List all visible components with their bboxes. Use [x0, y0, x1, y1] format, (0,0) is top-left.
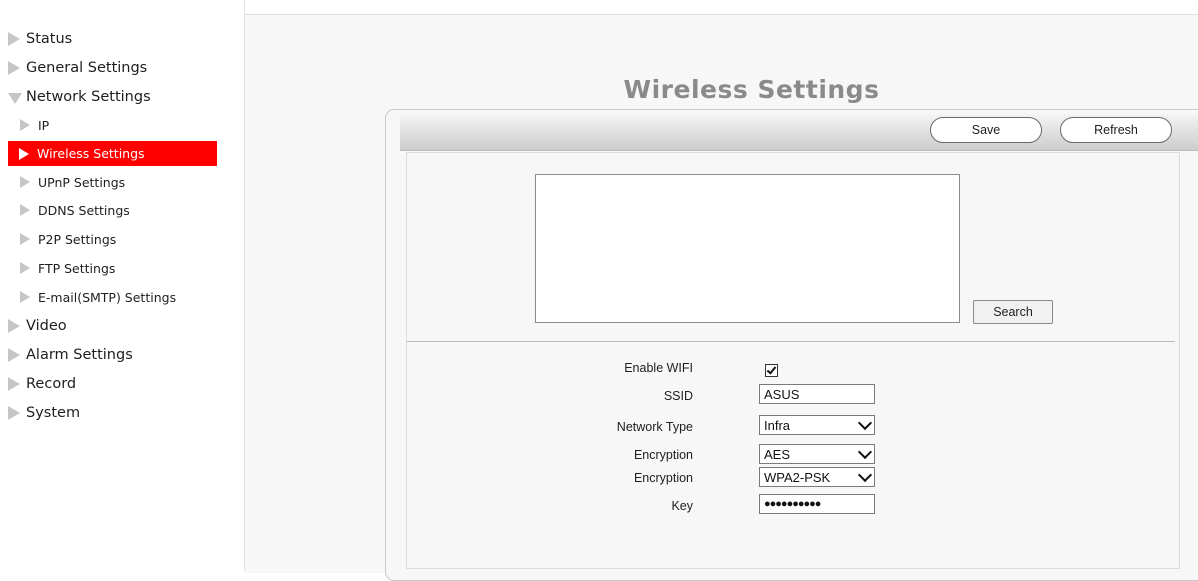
sidebar-item-label: E-mail(SMTP) Settings [38, 289, 177, 305]
key-input[interactable]: ●●●●●●●●●● [759, 494, 875, 514]
encryption-mode-value: WPA2-PSK [764, 469, 831, 485]
network-type-label: Network Type [616, 420, 693, 434]
sidebar-item-ddns-settings[interactable]: DDNS Settings [20, 199, 130, 221]
sidebar-item-video[interactable]: Video [8, 315, 67, 337]
divider [407, 341, 1175, 342]
sidebar-item-general-settings[interactable]: General Settings [8, 57, 147, 79]
sidebar-item-status[interactable]: Status [8, 28, 72, 50]
sidebar-item-label: Status [26, 31, 73, 47]
sidebar-item-label: P2P Settings [38, 231, 117, 247]
encryption-value: AES [764, 446, 791, 462]
sidebar-item-p2p-settings[interactable]: P2P Settings [20, 228, 116, 250]
ssid-input[interactable]: ASUS [759, 384, 875, 404]
sidebar-item-label: UPnP Settings [38, 174, 126, 190]
sidebar-item-email-smtp-settings[interactable]: E-mail(SMTP) Settings [20, 286, 176, 308]
triangle-right-icon [20, 233, 30, 245]
triangle-right-icon [8, 32, 20, 46]
triangle-right-icon [20, 176, 30, 188]
sidebar-item-wireless-settings[interactable]: Wireless Settings [8, 141, 217, 166]
enable-wifi-label: Enable WIFI [624, 361, 693, 375]
sidebar-item-network-settings[interactable]: Network Settings [8, 86, 151, 108]
chevron-down-icon [857, 444, 873, 460]
chevron-down-icon [857, 415, 873, 431]
sidebar-item-label: General Settings [26, 60, 148, 76]
triangle-right-icon [8, 319, 20, 333]
ssid-label: SSID [663, 389, 693, 403]
sidebar-item-system[interactable]: System [8, 402, 80, 424]
main-content: Wireless Settings Save Refresh Search En… [245, 14, 1198, 581]
network-type-value: Infra [764, 417, 791, 433]
triangle-right-icon [8, 61, 20, 75]
sidebar-item-label: Video [26, 318, 67, 334]
wifi-network-list[interactable] [535, 174, 960, 323]
encryption-label: Encryption [633, 448, 693, 462]
save-button[interactable]: Save [930, 117, 1042, 143]
triangle-down-icon [8, 93, 22, 104]
sidebar-item-label: FTP Settings [38, 260, 116, 276]
sidebar-item-label: Network Settings [26, 89, 151, 105]
triangle-right-icon [20, 204, 30, 216]
sidebar-item-alarm-settings[interactable]: Alarm Settings [8, 344, 133, 366]
wireless-form-area: Search Enable WIFI SSID ASUS Network Typ… [406, 152, 1180, 569]
sidebar-item-label: System [26, 405, 81, 421]
enable-wifi-checkbox[interactable] [765, 364, 778, 377]
triangle-right-icon [20, 262, 30, 274]
triangle-right-icon [8, 406, 20, 420]
sidebar-item-label: Record [26, 376, 77, 392]
sidebar-item-record[interactable]: Record [8, 373, 76, 395]
ssid-value: ASUS [764, 386, 800, 402]
sidebar-item-label: Alarm Settings [26, 347, 133, 363]
key-value: ●●●●●●●●●● [764, 498, 821, 510]
sidebar-item-ftp-settings[interactable]: FTP Settings [20, 257, 115, 279]
triangle-right-icon [20, 119, 30, 131]
toolbar: Save Refresh [400, 110, 1198, 151]
key-label: Key [671, 499, 693, 513]
settings-panel: Save Refresh Search Enable WIFI SSID ASU… [385, 109, 1198, 581]
triangle-right-icon [19, 147, 29, 160]
search-button[interactable]: Search [973, 300, 1053, 324]
chevron-down-icon [857, 467, 873, 483]
sidebar-item-ip[interactable]: IP [20, 114, 49, 136]
network-type-select[interactable]: Infra [759, 415, 875, 435]
sidebar-item-upnp-settings[interactable]: UPnP Settings [20, 171, 125, 193]
encryption-mode-label: Encryption [633, 471, 693, 485]
sidebar-item-label: IP [38, 117, 50, 133]
encryption-mode-select[interactable]: WPA2-PSK [759, 467, 875, 487]
triangle-right-icon [20, 291, 30, 303]
sidebar-item-label: Wireless Settings [37, 146, 145, 161]
sidebar-item-label: DDNS Settings [38, 202, 130, 218]
triangle-right-icon [8, 348, 20, 362]
refresh-button[interactable]: Refresh [1060, 117, 1172, 143]
sidebar: Status General Settings Network Settings… [0, 0, 245, 572]
encryption-select[interactable]: AES [759, 444, 875, 464]
triangle-right-icon [8, 377, 20, 391]
page-title: Wireless Settings [623, 75, 880, 104]
